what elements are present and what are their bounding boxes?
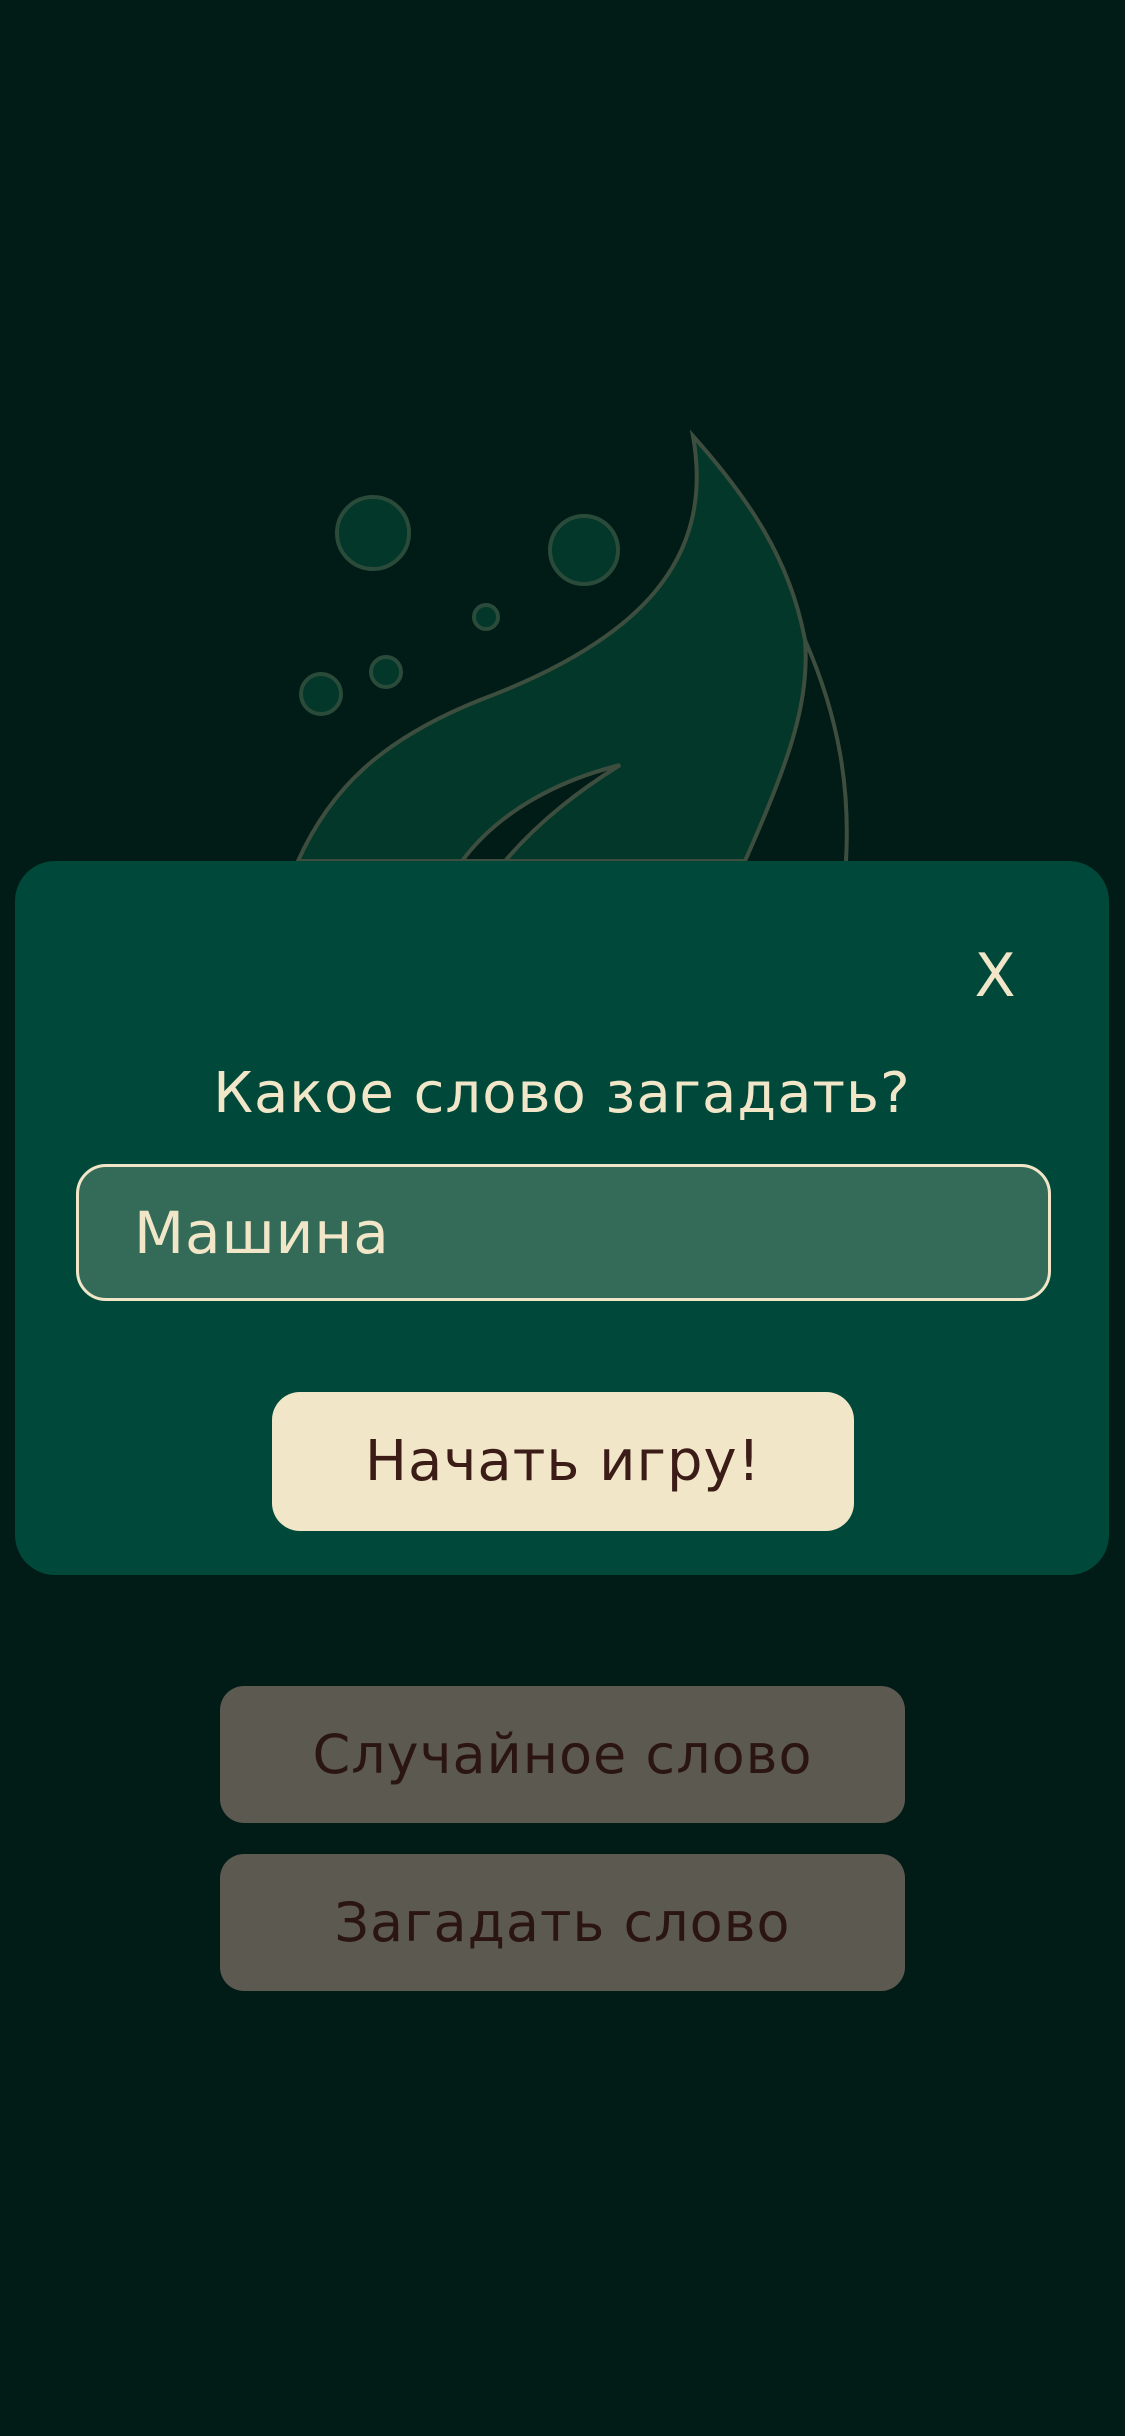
word-input[interactable] <box>76 1164 1051 1301</box>
start-game-label: Начать игру! <box>364 1429 762 1494</box>
close-icon: X <box>974 941 1016 1011</box>
modal-title: Какое слово загадать? <box>213 1061 911 1126</box>
close-button[interactable]: X <box>935 931 1055 1021</box>
start-game-button[interactable]: Начать игру! <box>272 1392 854 1531</box>
modal-overlay: X Какое слово загадать? Начать игру! <box>0 0 1125 2436</box>
app-screen: Случайное слово Загадать слово X Какое с… <box>0 0 1125 2436</box>
word-modal: X Какое слово загадать? Начать игру! <box>15 861 1109 1575</box>
